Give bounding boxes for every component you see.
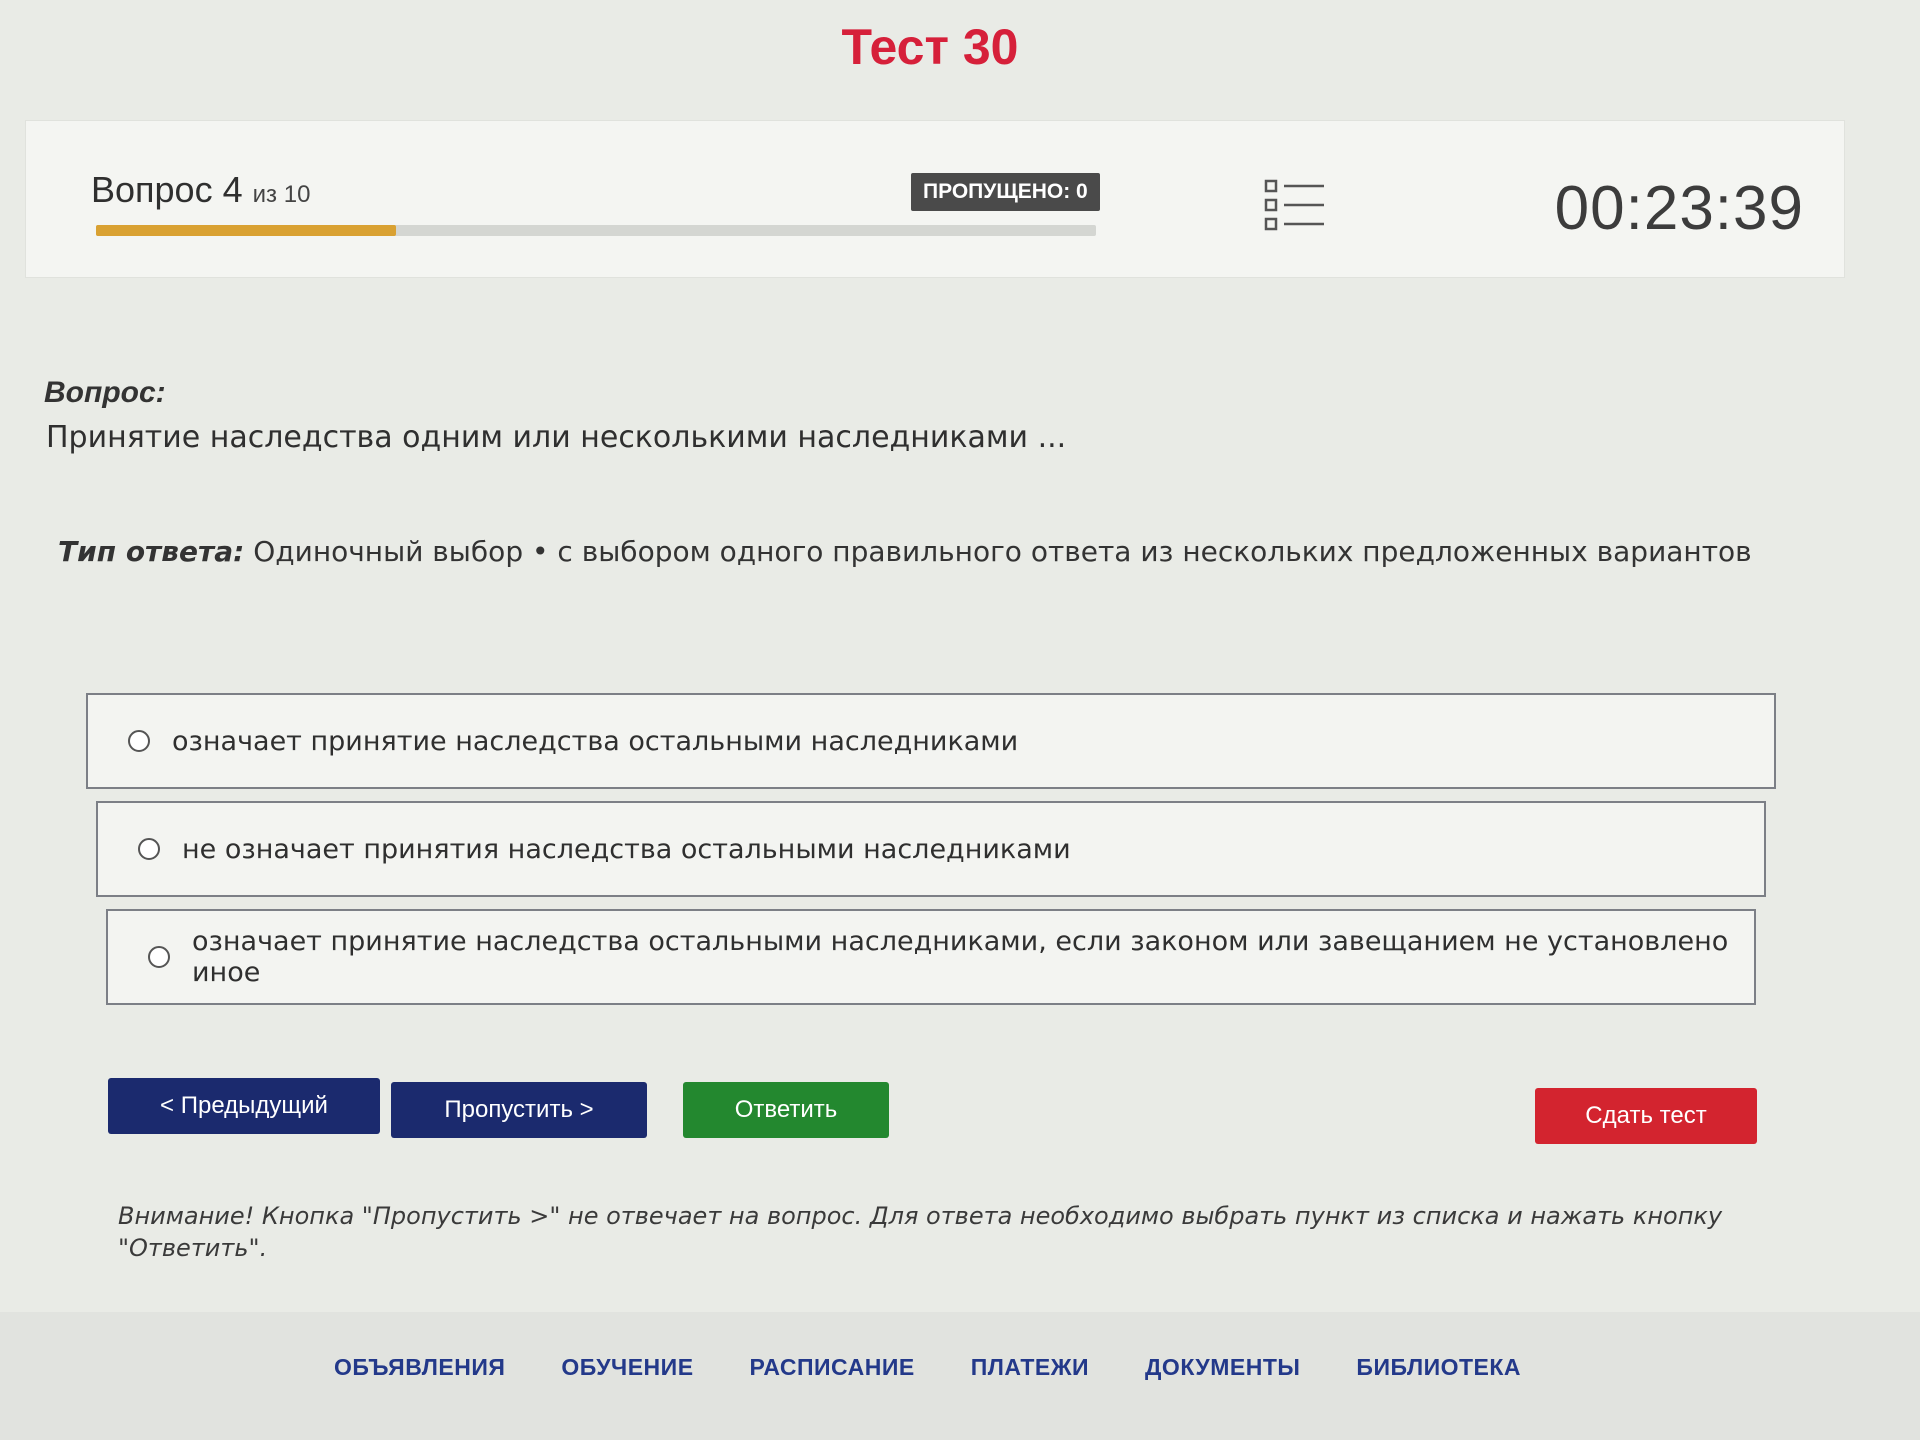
countdown-timer: 00:23:39 (1554, 174, 1804, 243)
radio-button[interactable] (138, 838, 160, 860)
skipped-count-badge: ПРОПУЩЕНО: 0 (911, 173, 1100, 211)
previous-button[interactable]: < Предыдущий (108, 1078, 380, 1134)
question-word: Вопрос (91, 169, 213, 210)
question-label: Вопрос: (44, 376, 166, 409)
submit-test-button[interactable]: Сдать тест (1535, 1088, 1757, 1144)
footer-link-announcements[interactable]: ОБЪЯВЛЕНИЯ (334, 1354, 505, 1381)
footer-link-library[interactable]: БИБЛИОТЕКА (1356, 1354, 1521, 1381)
question-counter: Вопрос 4 из 10 (91, 169, 310, 211)
skip-button[interactable]: Пропустить > (391, 1082, 647, 1138)
question-total: из 10 (252, 181, 311, 208)
answer-option-text: означает принятие наследства остальными … (192, 926, 1729, 988)
question-list-icon (1264, 179, 1324, 231)
progress-bar-fill (96, 225, 396, 236)
question-text: Принятие наследства одним или нескольким… (46, 420, 1067, 455)
radio-button[interactable] (148, 946, 170, 968)
answer-option[interactable]: не означает принятия наследства остальны… (96, 801, 1766, 897)
question-list-button[interactable] (1264, 177, 1328, 233)
answer-type: Тип ответа: Одиночный выбор • с выбором … (58, 535, 1752, 568)
warning-note: Внимание! Кнопка "Пропустить >" не отвеч… (118, 1202, 1723, 1262)
footer-link-schedule[interactable]: РАСПИСАНИЕ (750, 1354, 915, 1381)
footer: ОБЪЯВЛЕНИЯ ОБУЧЕНИЕ РАСПИСАНИЕ ПЛАТЕЖИ Д… (0, 1312, 1920, 1440)
radio-button[interactable] (128, 730, 150, 752)
footer-link-payments[interactable]: ПЛАТЕЖИ (971, 1354, 1089, 1381)
answer-option[interactable]: означает принятие наследства остальными … (86, 693, 1776, 789)
question-header-panel: Вопрос 4 из 10 ПРОПУЩЕНО: 0 00:23:39 (25, 120, 1845, 278)
footer-nav: ОБЪЯВЛЕНИЯ ОБУЧЕНИЕ РАСПИСАНИЕ ПЛАТЕЖИ Д… (334, 1354, 1521, 1381)
answer-type-label: Тип ответа: (58, 535, 245, 568)
footer-link-learning[interactable]: ОБУЧЕНИЕ (561, 1354, 693, 1381)
answer-type-value: Одиночный выбор • с выбором одного прави… (253, 535, 1752, 568)
answer-option-text: не означает принятия наследства остальны… (182, 833, 1071, 865)
test-page: Тест 30 Вопрос 4 из 10 ПРОПУЩЕНО: 0 00:2… (0, 0, 1920, 1440)
answer-option-text: означает принятие наследства остальными … (172, 725, 1019, 757)
page-title: Тест 30 (841, 19, 1019, 75)
progress-bar (96, 225, 1096, 236)
question-number: 4 (222, 169, 243, 210)
answer-options: означает принятие наследства остальными … (86, 693, 1776, 1017)
footer-link-documents[interactable]: ДОКУМЕНТЫ (1145, 1354, 1300, 1381)
answer-option[interactable]: означает принятие наследства остальными … (106, 909, 1756, 1005)
answer-button[interactable]: Ответить (683, 1082, 889, 1138)
